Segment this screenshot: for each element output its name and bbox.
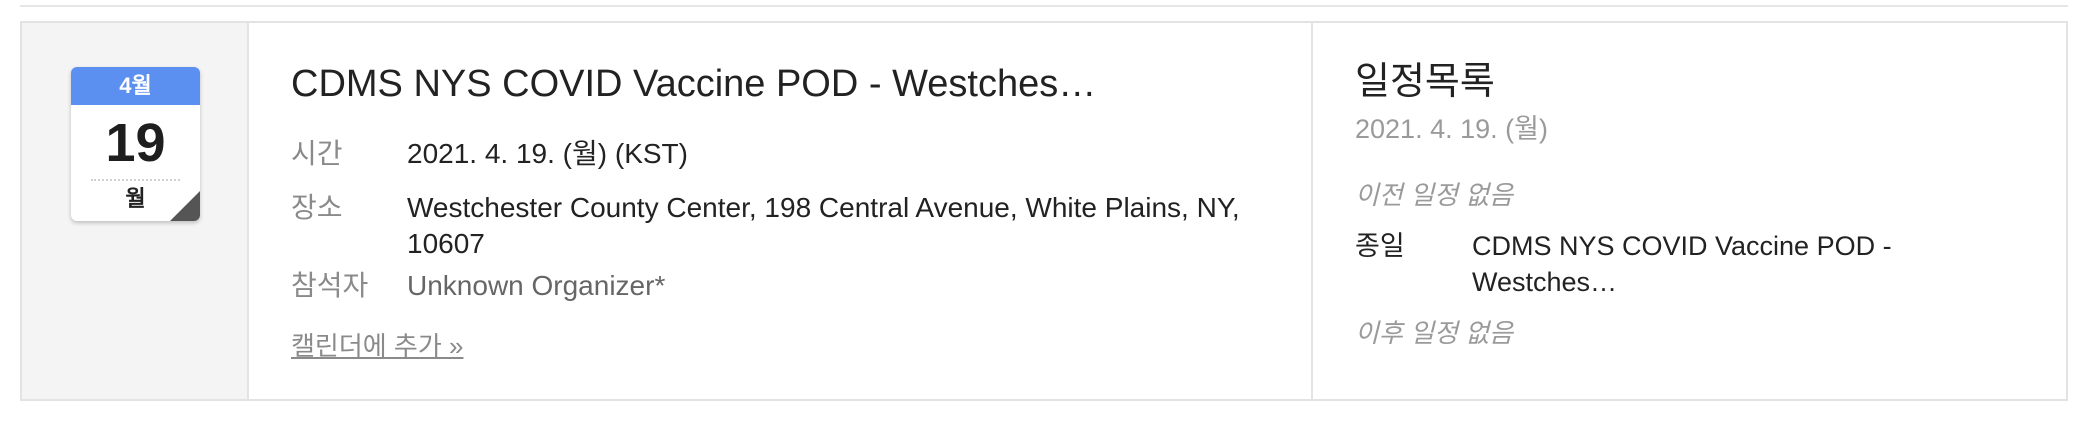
time-row: 시간 2021. 4. 19. (월) (KST) (291, 136, 1287, 172)
attendee-value: Unknown Organizer* (407, 270, 666, 301)
top-divider (20, 5, 2068, 7)
date-column: 4월 19 월 (22, 23, 249, 399)
no-next-note: 이후 일정 없음 (1355, 318, 1513, 348)
time-value: 2021. 4. 19. (월) (KST) (407, 138, 688, 169)
calendar-day: 19 (105, 113, 166, 173)
event-title: CDMS NYS COVID Vaccine POD - Westches… (291, 63, 1097, 105)
no-previous-note: 이전 일정 없음 (1355, 180, 1513, 210)
place-value: Westchester County Center, 198 Central A… (407, 192, 1240, 259)
attendee-label: 참석자 (291, 270, 369, 301)
page-fold-icon (170, 191, 200, 221)
schedule-item-title: CDMS NYS COVID Vaccine POD - Westches… (1472, 231, 1892, 297)
schedule-title: 일정목록 (1355, 61, 1495, 103)
schedule-list: 일정목록 2021. 4. 19. (월) 이전 일정 없음 종일 CDMS N… (1313, 23, 2066, 399)
schedule-date: 2021. 4. 19. (월) (1355, 114, 1548, 144)
place-row: 장소 Westchester County Center, 198 Centra… (291, 190, 1287, 262)
event-card: 4월 19 월 CDMS NYS COVID Vaccine POD - Wes… (20, 21, 2068, 401)
calendar-month: 4월 (71, 67, 200, 105)
schedule-item: 종일 CDMS NYS COVID Vaccine POD - Westches… (1355, 228, 1892, 300)
attendee-row: 참석자 Unknown Organizer* (291, 268, 1287, 304)
schedule-item-label: 종일 (1355, 231, 1405, 261)
calendar-date-icon: 4월 19 월 (71, 67, 200, 221)
place-label: 장소 (291, 192, 343, 223)
time-label: 시간 (291, 138, 343, 169)
event-details: CDMS NYS COVID Vaccine POD - Westches… 시… (249, 23, 1313, 399)
add-to-calendar-link[interactable]: 캘린더에 추가 » (291, 326, 463, 363)
